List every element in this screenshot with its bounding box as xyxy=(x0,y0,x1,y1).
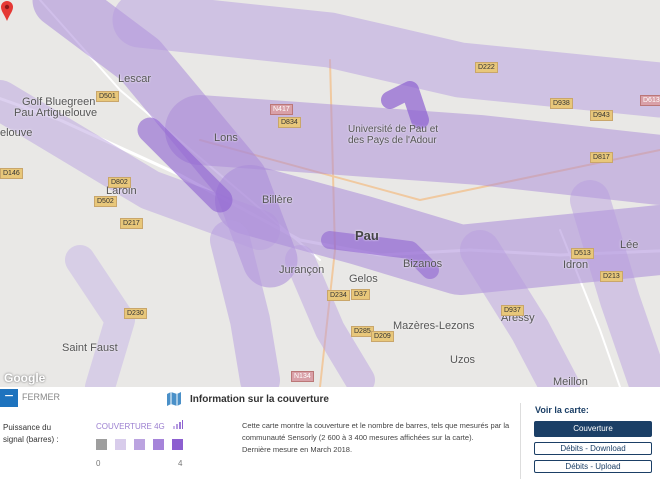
divider xyxy=(520,403,521,479)
close-button[interactable]: − xyxy=(0,389,18,407)
scale-min: 0 xyxy=(96,459,101,468)
debits-upload-button[interactable]: Débits - Upload xyxy=(534,460,652,473)
road-badge: D217 xyxy=(120,218,143,229)
road-badge: D613 xyxy=(640,95,660,106)
place-label: Université de Pau et xyxy=(348,124,439,135)
google-logo: Google xyxy=(4,371,46,385)
debits-download-button[interactable]: Débits - Download xyxy=(534,442,652,455)
road-badge: D37 xyxy=(351,289,370,300)
road-badge: D938 xyxy=(550,98,573,109)
couverture-button[interactable]: Couverture xyxy=(534,421,652,437)
place-label: Lons xyxy=(214,132,238,144)
map-icon xyxy=(167,392,181,406)
road-badge: D502 xyxy=(94,196,117,207)
info-text: Cette carte montre la couverture et le n… xyxy=(242,421,510,442)
road-badge: D513 xyxy=(571,248,594,259)
info-description: Cette carte montre la couverture et le n… xyxy=(242,420,522,456)
info-title: Information sur la couverture xyxy=(190,394,329,405)
place-label: Lescar xyxy=(118,73,152,85)
road-badge: D937 xyxy=(501,305,524,316)
road-badge: D213 xyxy=(600,271,623,282)
legend-label: Puissance du signal (barres) : xyxy=(3,423,59,444)
place-label: Gelos xyxy=(349,273,378,285)
place-label: Mazères-Lezons xyxy=(393,320,475,332)
road-badge: D209 xyxy=(371,331,394,342)
coverage-title: COUVERTURE 4G xyxy=(96,422,165,431)
swatch-4 xyxy=(172,439,183,450)
place-label: Billère xyxy=(262,194,293,206)
coverage-map[interactable]: Lescar Golf Bluegreen Pau Artiguelouve e… xyxy=(0,0,660,387)
place-label: Meillon xyxy=(553,376,588,387)
swatch-0 xyxy=(96,439,107,450)
road-badge: D817 xyxy=(590,152,613,163)
road-badge: N134 xyxy=(291,371,314,382)
road-badge: D501 xyxy=(96,91,119,102)
place-label: des Pays de l'Adour xyxy=(348,135,437,146)
place-label: Pau Artiguelouve xyxy=(14,107,98,119)
road-badge: D230 xyxy=(124,308,147,319)
road-badge: D146 xyxy=(0,168,23,179)
swatch-2 xyxy=(134,439,145,450)
place-label: Jurançon xyxy=(279,264,325,276)
info-date: Dernière mesure en March 2018. xyxy=(242,445,353,454)
signal-bars-icon xyxy=(173,420,183,429)
road-badge: D943 xyxy=(590,110,613,121)
swatch-1 xyxy=(115,439,126,450)
map-pin-icon[interactable] xyxy=(0,0,14,22)
place-label: Uzos xyxy=(450,354,476,366)
road-badge: D802 xyxy=(108,177,131,188)
signal-legend xyxy=(96,439,183,450)
road-badge: N417 xyxy=(270,104,293,115)
place-label: Lée xyxy=(620,239,639,251)
road-badge: D234 xyxy=(327,290,350,301)
scale-max: 4 xyxy=(178,459,183,468)
voir-label: Voir la carte: xyxy=(535,405,589,415)
close-label[interactable]: FERMER xyxy=(22,392,60,402)
place-label: Pau xyxy=(355,228,379,243)
place-label: Saint Faust xyxy=(62,342,118,354)
place-label: elouve xyxy=(0,127,33,139)
coverage-overlay xyxy=(0,0,660,387)
info-panel: − FERMER Puissance du signal (barres) : … xyxy=(0,387,660,488)
swatch-3 xyxy=(153,439,164,450)
road-badge: D834 xyxy=(278,117,301,128)
place-label: Bizanos xyxy=(403,258,443,270)
place-label: Idron xyxy=(563,259,589,271)
road-badge: D222 xyxy=(475,62,498,73)
